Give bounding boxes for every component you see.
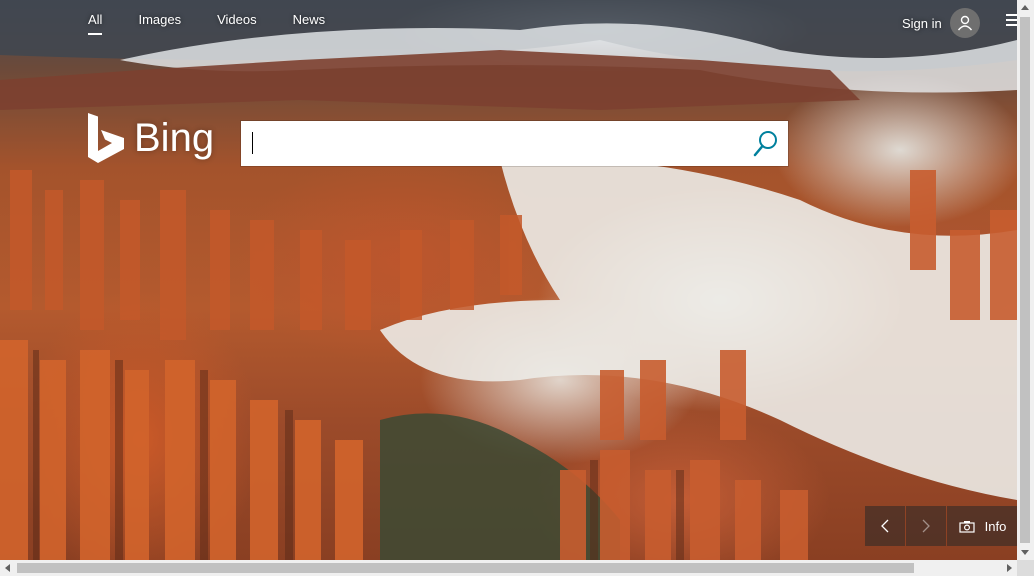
horizontal-scroll-thumb[interactable] (17, 563, 914, 573)
previous-image-button[interactable] (865, 506, 905, 546)
scope-tabs: All Images Videos News (88, 12, 361, 35)
chevron-left-icon (881, 519, 889, 533)
search-input[interactable] (241, 121, 744, 166)
tab-images[interactable]: Images (138, 12, 181, 35)
signin-label: Sign in (902, 15, 942, 31)
scroll-up-icon[interactable] (1021, 5, 1029, 10)
chevron-right-icon (922, 519, 930, 533)
image-controls: Info (865, 506, 1018, 546)
text-caret (252, 132, 253, 154)
scroll-left-icon[interactable] (5, 564, 10, 572)
vertical-scroll-thumb[interactable] (1020, 17, 1030, 543)
search-box (241, 121, 788, 166)
scroll-down-icon[interactable] (1021, 550, 1029, 555)
info-label: Info (984, 518, 1007, 534)
scrollbar-corner (1017, 560, 1034, 576)
tab-news[interactable]: News (293, 12, 326, 35)
user-avatar-icon (949, 8, 980, 38)
info-button[interactable]: Info (947, 506, 1018, 546)
horizontal-scrollbar[interactable] (0, 560, 1017, 576)
scroll-right-icon[interactable] (1007, 564, 1012, 572)
search-button[interactable] (744, 121, 788, 166)
bing-logo-icon (88, 113, 124, 163)
signin-button[interactable]: Sign in (902, 8, 980, 38)
tab-all[interactable]: All (88, 12, 103, 35)
vertical-scrollbar[interactable] (1017, 0, 1034, 560)
logo-text: Bing (134, 115, 215, 160)
bing-logo[interactable]: Bing (88, 113, 214, 163)
search-icon (753, 130, 777, 156)
camera-icon (959, 520, 975, 533)
tab-videos[interactable]: Videos (217, 12, 257, 35)
background-image (0, 0, 1017, 560)
next-image-button[interactable] (906, 506, 946, 546)
